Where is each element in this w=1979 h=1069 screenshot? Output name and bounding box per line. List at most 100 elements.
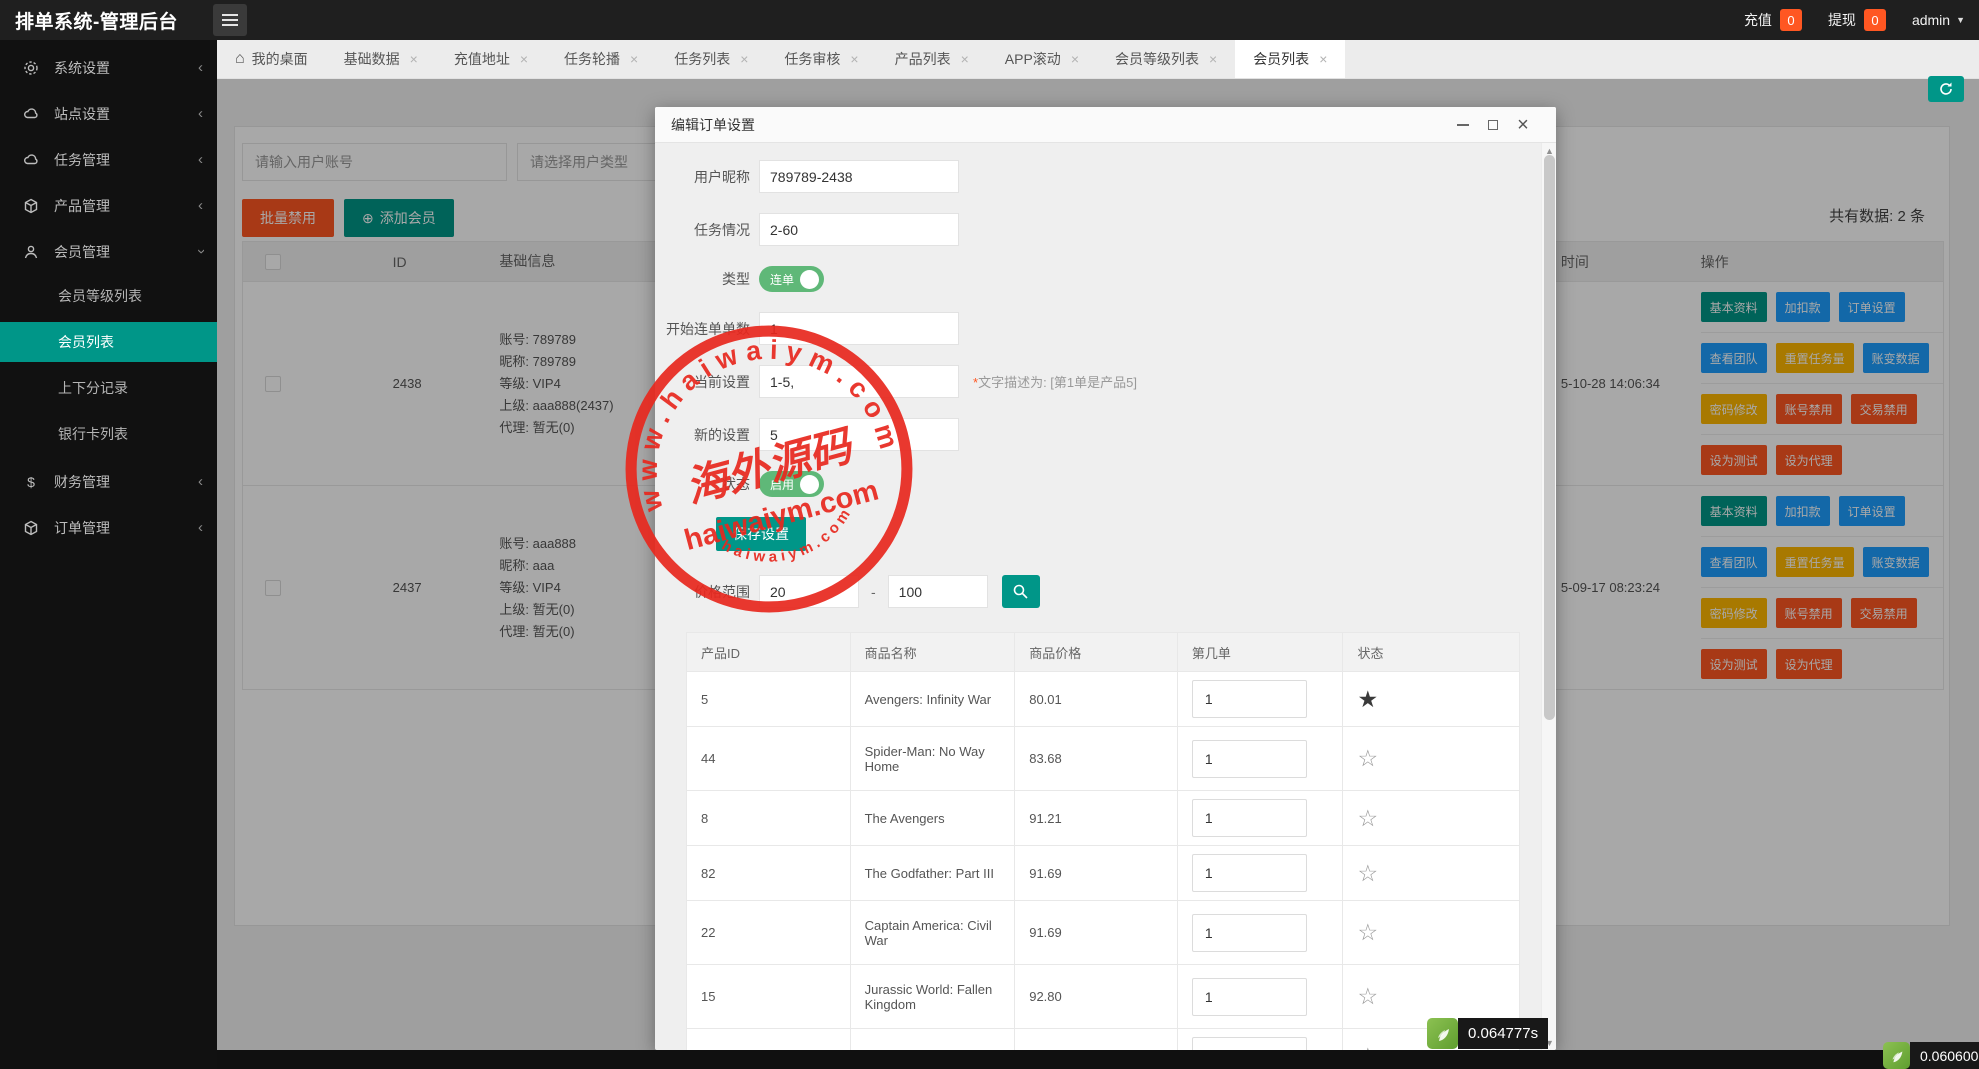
- tab-task-review[interactable]: 任务审核×: [766, 40, 876, 78]
- close-icon[interactable]: ×: [961, 51, 969, 67]
- tab-basic-data[interactable]: 基础数据×: [326, 40, 436, 78]
- username: admin: [1912, 12, 1950, 28]
- maximize-icon[interactable]: [1486, 118, 1500, 132]
- minimize-icon[interactable]: [1456, 118, 1470, 132]
- start-count-input[interactable]: [759, 312, 959, 345]
- product-price: 92.80: [1015, 965, 1178, 1028]
- sidebar-item-product-management[interactable]: 产品管理‹: [0, 187, 217, 224]
- sidebar-item-site-settings[interactable]: 站点设置‹: [0, 95, 217, 132]
- leaf-icon: [1883, 1042, 1910, 1069]
- type-label: 类型: [655, 269, 759, 289]
- price-search-button[interactable]: [1002, 575, 1040, 608]
- star-icon[interactable]: ☆: [1357, 919, 1378, 946]
- tab-home[interactable]: ⌂我的桌面: [217, 40, 326, 78]
- modal-scrollbar[interactable]: ▲ ▼: [1541, 143, 1556, 1050]
- chevron-left-icon: ‹: [198, 151, 203, 168]
- sidebar-item-label: 会员管理: [54, 242, 198, 262]
- search-icon: [1012, 583, 1029, 600]
- sub-item-label: 会员等级列表: [58, 286, 142, 306]
- scrollbar-thumb[interactable]: [1544, 155, 1555, 720]
- modal-body: 用户昵称 任务情况 类型 连单 开始连单单数 当前设置 *文字描述为: [第1单…: [655, 143, 1556, 1050]
- sidebar-item-score-records[interactable]: 上下分记录: [0, 368, 217, 408]
- sidebar-item-label: 系统设置: [54, 58, 198, 78]
- price-min-input[interactable]: [759, 575, 859, 608]
- star-icon[interactable]: ☆: [1357, 1043, 1378, 1051]
- tab-product-list[interactable]: 产品列表×: [877, 40, 987, 78]
- product-name: Captain America: Civil War: [851, 901, 1016, 964]
- recharge-stat[interactable]: 充值 0: [1744, 9, 1802, 31]
- user-menu[interactable]: admin ▼: [1912, 12, 1965, 28]
- product-name: Jurassic World: Fallen Kingdom: [851, 965, 1016, 1028]
- star-icon[interactable]: ☆: [1357, 745, 1378, 772]
- order-number-input[interactable]: [1192, 914, 1307, 952]
- sidebar-item-member-list[interactable]: 会员列表: [0, 322, 217, 362]
- close-icon[interactable]: ×: [630, 51, 638, 67]
- page-perf-badge: 0.060600: [1883, 1042, 1979, 1069]
- tab-recharge-address[interactable]: 充值地址×: [436, 40, 546, 78]
- sidebar-item-member-management[interactable]: 会员管理‹: [0, 233, 217, 270]
- product-price: 83.68: [1015, 727, 1178, 790]
- order-number-input[interactable]: [1192, 680, 1307, 718]
- star-icon[interactable]: ☆: [1357, 805, 1378, 832]
- close-icon[interactable]: ×: [740, 51, 748, 67]
- refresh-button[interactable]: [1928, 76, 1964, 102]
- chevron-left-icon: ‹: [198, 59, 203, 76]
- tab-task-carousel[interactable]: 任务轮播×: [546, 40, 656, 78]
- close-icon[interactable]: ×: [850, 51, 858, 67]
- tab-member-list[interactable]: 会员列表×: [1235, 40, 1345, 78]
- modal-title: 编辑订单设置: [671, 115, 755, 135]
- close-icon[interactable]: ×: [1516, 118, 1530, 132]
- order-number-input[interactable]: [1192, 799, 1307, 837]
- save-settings-button[interactable]: 保存设置: [716, 517, 806, 551]
- type-toggle[interactable]: 连单: [759, 266, 824, 292]
- note-text: 文字描述为: [第1单是产品5]: [978, 375, 1137, 390]
- hamburger-menu-icon[interactable]: [213, 4, 247, 36]
- close-icon[interactable]: ×: [1209, 51, 1217, 67]
- product-id: 5: [687, 672, 851, 726]
- product-name: Frozen: [851, 1029, 1016, 1050]
- tab-task-list[interactable]: 任务列表×: [656, 40, 766, 78]
- col-order-number: 第几单: [1178, 633, 1344, 671]
- tab-member-level-list[interactable]: 会员等级列表×: [1097, 40, 1235, 78]
- order-number-input[interactable]: [1192, 1037, 1307, 1050]
- sidebar-item-label: 财务管理: [54, 472, 198, 492]
- close-icon[interactable]: ×: [410, 51, 418, 67]
- nickname-input[interactable]: [759, 160, 959, 193]
- leaf-icon: [1427, 1018, 1458, 1049]
- tab-label: 我的桌面: [252, 49, 308, 69]
- status-toggle[interactable]: 启用: [759, 471, 824, 497]
- order-number-input[interactable]: [1192, 740, 1307, 778]
- sub-item-label: 会员列表: [58, 332, 114, 352]
- price-range-label: 价格范围: [655, 582, 759, 602]
- current-setting-input[interactable]: [759, 365, 959, 398]
- modal-title-bar[interactable]: 编辑订单设置 ×: [655, 107, 1556, 143]
- star-icon[interactable]: ☆: [1357, 860, 1378, 887]
- sidebar-item-finance-management[interactable]: $ 财务管理‹: [0, 463, 217, 500]
- star-icon[interactable]: ☆: [1357, 983, 1378, 1010]
- star-icon[interactable]: ★: [1357, 686, 1378, 713]
- sub-item-label: 银行卡列表: [58, 424, 128, 444]
- order-number-input[interactable]: [1192, 854, 1307, 892]
- task-status-input[interactable]: [759, 213, 959, 246]
- sub-item-label: 上下分记录: [58, 378, 128, 398]
- close-icon[interactable]: ×: [1319, 51, 1327, 67]
- sidebar-item-order-management[interactable]: 订单管理‹: [0, 509, 217, 546]
- close-icon[interactable]: ×: [1071, 51, 1079, 67]
- tab-app-scroll[interactable]: APP滚动×: [987, 40, 1097, 78]
- product-id: 22: [687, 901, 851, 964]
- sidebar-item-task-management[interactable]: 任务管理‹: [0, 141, 217, 178]
- product-row: 16 Frozen 94.25 ☆: [687, 1029, 1519, 1050]
- sidebar-item-system-settings[interactable]: 系统设置‹: [0, 49, 217, 86]
- col-status: 状态: [1343, 633, 1519, 671]
- product-id: 44: [687, 727, 851, 790]
- sidebar: 系统设置‹ 站点设置‹ 任务管理‹ 产品管理‹ 会员管理‹ 会员等级列表 会员列…: [0, 40, 217, 1069]
- sidebar-item-bank-card-list[interactable]: 银行卡列表: [0, 414, 217, 454]
- price-max-input[interactable]: [888, 575, 988, 608]
- withdraw-stat[interactable]: 提现 0: [1828, 9, 1886, 31]
- new-setting-input[interactable]: [759, 418, 959, 451]
- order-number-input[interactable]: [1192, 978, 1307, 1016]
- close-icon[interactable]: ×: [520, 51, 528, 67]
- chevron-left-icon: ‹: [198, 197, 203, 214]
- sidebar-item-member-level-list[interactable]: 会员等级列表: [0, 276, 217, 316]
- chevron-left-icon: ‹: [198, 519, 203, 536]
